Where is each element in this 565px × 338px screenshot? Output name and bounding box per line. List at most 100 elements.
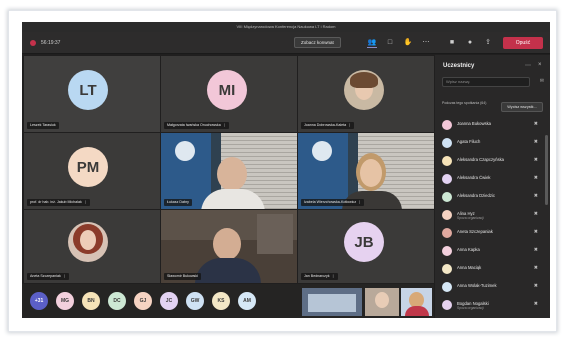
participant-row[interactable]: Anna Kapka ✖ bbox=[442, 243, 542, 259]
participant-row[interactable]: Aneta Szczepaniak ✖ bbox=[442, 225, 542, 241]
avatar: LT bbox=[68, 70, 108, 110]
participant-name-text: Sławomir Bukowski bbox=[167, 274, 198, 278]
shirt-shape bbox=[405, 306, 429, 316]
participant-row[interactable]: Anna Maciąk ✖ bbox=[442, 261, 542, 277]
participant-name-text: Aneta Szczepaniak bbox=[30, 274, 61, 278]
mic-off-icon: ✖ bbox=[533, 283, 538, 289]
mic-off-icon: ❘ bbox=[348, 123, 352, 127]
thumbnail-content bbox=[308, 294, 356, 312]
video-tile[interactable]: LT Leszek Tarasiuk bbox=[24, 56, 160, 132]
participant-name: Aneta Szczepaniak ❘ bbox=[27, 273, 69, 280]
search-input[interactable]: Wpisz nazwę bbox=[442, 77, 530, 87]
avatar: JB bbox=[344, 222, 384, 262]
avatar-photo bbox=[68, 222, 108, 262]
participant-avatar bbox=[442, 300, 452, 310]
participant-row[interactable]: Alina Hyz Spoza organizacji ✖ bbox=[442, 207, 542, 223]
chat-icon[interactable]: □ bbox=[385, 38, 395, 48]
scrollbar[interactable] bbox=[545, 135, 548, 205]
participant-name-text: Joanna Dobrowska-Kaleta bbox=[304, 123, 347, 127]
participant-name: Aleksandra Czapczyńska bbox=[457, 157, 505, 162]
mic-icon[interactable]: ● bbox=[465, 38, 475, 48]
participant-row[interactable]: Aleksandra Czapczyńska ✖ bbox=[442, 153, 542, 169]
participant-avatar[interactable]: KS bbox=[212, 292, 230, 310]
participant-avatar[interactable]: GW bbox=[186, 292, 204, 310]
participant-row[interactable]: Joanna Bukowska ✖ bbox=[442, 117, 542, 133]
mic-off-icon: ✖ bbox=[533, 121, 538, 127]
participant-avatar bbox=[442, 282, 452, 292]
participant-avatar[interactable]: MG bbox=[56, 292, 74, 310]
participant-avatar bbox=[442, 174, 452, 184]
video-tile[interactable]: JB Jan Bednarczyk ❘ bbox=[298, 210, 434, 283]
mute-all-button[interactable]: Wycisz wszystk... bbox=[501, 102, 543, 112]
participant-row[interactable]: Bogdan Nogalski Spoza organizacji ✖ bbox=[442, 297, 542, 313]
participant-name: Łukasz Dabry bbox=[164, 199, 192, 206]
video-thumbnail[interactable] bbox=[365, 288, 399, 316]
participant-name: prof. dr hab. inż. Jakub Michalak ❘ bbox=[27, 199, 90, 206]
participant-org-label: Spoza organizacji bbox=[457, 216, 484, 220]
close-icon[interactable]: × bbox=[538, 62, 542, 68]
participant-name: Jan Bednarczyk ❘ bbox=[301, 273, 338, 280]
video-thumbnail[interactable] bbox=[401, 288, 432, 316]
participants-icon[interactable]: 👥 bbox=[367, 38, 377, 48]
participant-name-text: prof. dr hab. inż. Jakub Michalak bbox=[30, 200, 82, 204]
mic-off-icon: ❘ bbox=[222, 123, 226, 127]
window-title: VIII Międzynarodowa Konferencja Naukowa … bbox=[22, 22, 550, 32]
participant-avatar bbox=[442, 264, 452, 274]
panel-title: Uczestnicy bbox=[443, 63, 475, 69]
participant-avatar bbox=[442, 156, 452, 166]
participant-avatar[interactable]: BN bbox=[82, 292, 100, 310]
view-content-button[interactable]: Zobacz konwnat bbox=[294, 37, 341, 48]
face-shape bbox=[80, 230, 96, 250]
participants-panel: Uczestnicy ⋯ × Wpisz nazwę ✉ Podczas teg… bbox=[435, 55, 550, 318]
mic-off-icon: ✖ bbox=[533, 265, 538, 271]
video-tile[interactable]: Izabela Wierzchowska-Kotłowicz ❘ bbox=[298, 133, 434, 209]
participant-avatar bbox=[442, 192, 452, 202]
video-tile[interactable]: MI Małgorzata Iwańska Onuchowska ❘ bbox=[161, 56, 297, 132]
participant-avatar[interactable]: GJ bbox=[134, 292, 152, 310]
mic-off-icon: ❘ bbox=[331, 274, 335, 278]
share-invite-icon[interactable]: ✉ bbox=[540, 78, 544, 84]
avatar: PM bbox=[68, 147, 108, 187]
participant-row[interactable]: Aleksandra Dziedzic ✖ bbox=[442, 189, 542, 205]
participant-name: Agata Filuch bbox=[457, 139, 481, 144]
teams-meeting-window: VIII Międzynarodowa Konferencja Naukowa … bbox=[22, 22, 550, 318]
avatar: MI bbox=[207, 70, 247, 110]
participant-name-text: Jan Bednarczyk bbox=[304, 274, 330, 278]
face-shape bbox=[360, 159, 382, 187]
recording-indicator-icon bbox=[30, 40, 36, 46]
meeting-timer: 56:19:37 bbox=[41, 40, 61, 46]
mic-off-icon: ✖ bbox=[533, 175, 538, 181]
raise-hand-icon[interactable]: ✋ bbox=[403, 38, 413, 48]
camera-icon[interactable]: ■ bbox=[447, 38, 457, 48]
participant-avatar bbox=[442, 120, 452, 130]
video-tile[interactable]: PM prof. dr hab. inż. Jakub Michalak ❘ bbox=[24, 133, 160, 209]
shelf-background bbox=[257, 214, 293, 254]
participant-row[interactable]: Aleksandra Ćwiek ✖ bbox=[442, 171, 542, 187]
more-icon[interactable]: ⋯ bbox=[421, 38, 431, 48]
meeting-toolbar: 56:19:37 Zobacz konwnat 👥 □ ✋ ⋯ ■ ● ⇪ Op… bbox=[22, 32, 550, 54]
more-options-icon[interactable]: ⋯ bbox=[525, 62, 531, 69]
share-icon[interactable]: ⇪ bbox=[483, 38, 493, 48]
participant-row[interactable]: Anna Wolak-Tuzimek ✖ bbox=[442, 279, 542, 295]
participant-name: Sławomir Bukowski bbox=[164, 273, 201, 280]
video-tile[interactable]: Aneta Szczepaniak ❘ bbox=[24, 210, 160, 283]
leave-button[interactable]: Opuść bbox=[503, 37, 543, 49]
participant-avatar[interactable]: JC bbox=[160, 292, 178, 310]
participant-avatar[interactable]: AM bbox=[238, 292, 256, 310]
participant-avatar[interactable]: DC bbox=[108, 292, 126, 310]
video-tile[interactable]: Łukasz Dabry bbox=[161, 133, 297, 209]
participant-name: Joanna Dobrowska-Kaleta ❘ bbox=[301, 122, 355, 129]
participant-name: Anna Kapka bbox=[457, 247, 480, 252]
video-tile[interactable]: Sławomir Bukowski bbox=[161, 210, 297, 283]
participant-row[interactable]: Agata Filuch ✖ bbox=[442, 135, 542, 151]
mic-off-icon: ❘ bbox=[358, 200, 362, 204]
mic-off-icon: ✖ bbox=[533, 211, 538, 217]
participant-org-label: Spoza organizacji bbox=[457, 306, 484, 310]
video-tile[interactable]: Joanna Dobrowska-Kaleta ❘ bbox=[298, 56, 434, 132]
video-thumbnail[interactable] bbox=[302, 288, 362, 316]
more-participants-button[interactable]: +31 bbox=[30, 292, 48, 310]
participant-avatar bbox=[442, 138, 452, 148]
participant-name: Małgorzata Iwańska Onuchowska ❘ bbox=[164, 122, 229, 129]
suit-shape bbox=[195, 258, 261, 283]
participant-name-text: Małgorzata Iwańska Onuchowska bbox=[167, 123, 221, 127]
